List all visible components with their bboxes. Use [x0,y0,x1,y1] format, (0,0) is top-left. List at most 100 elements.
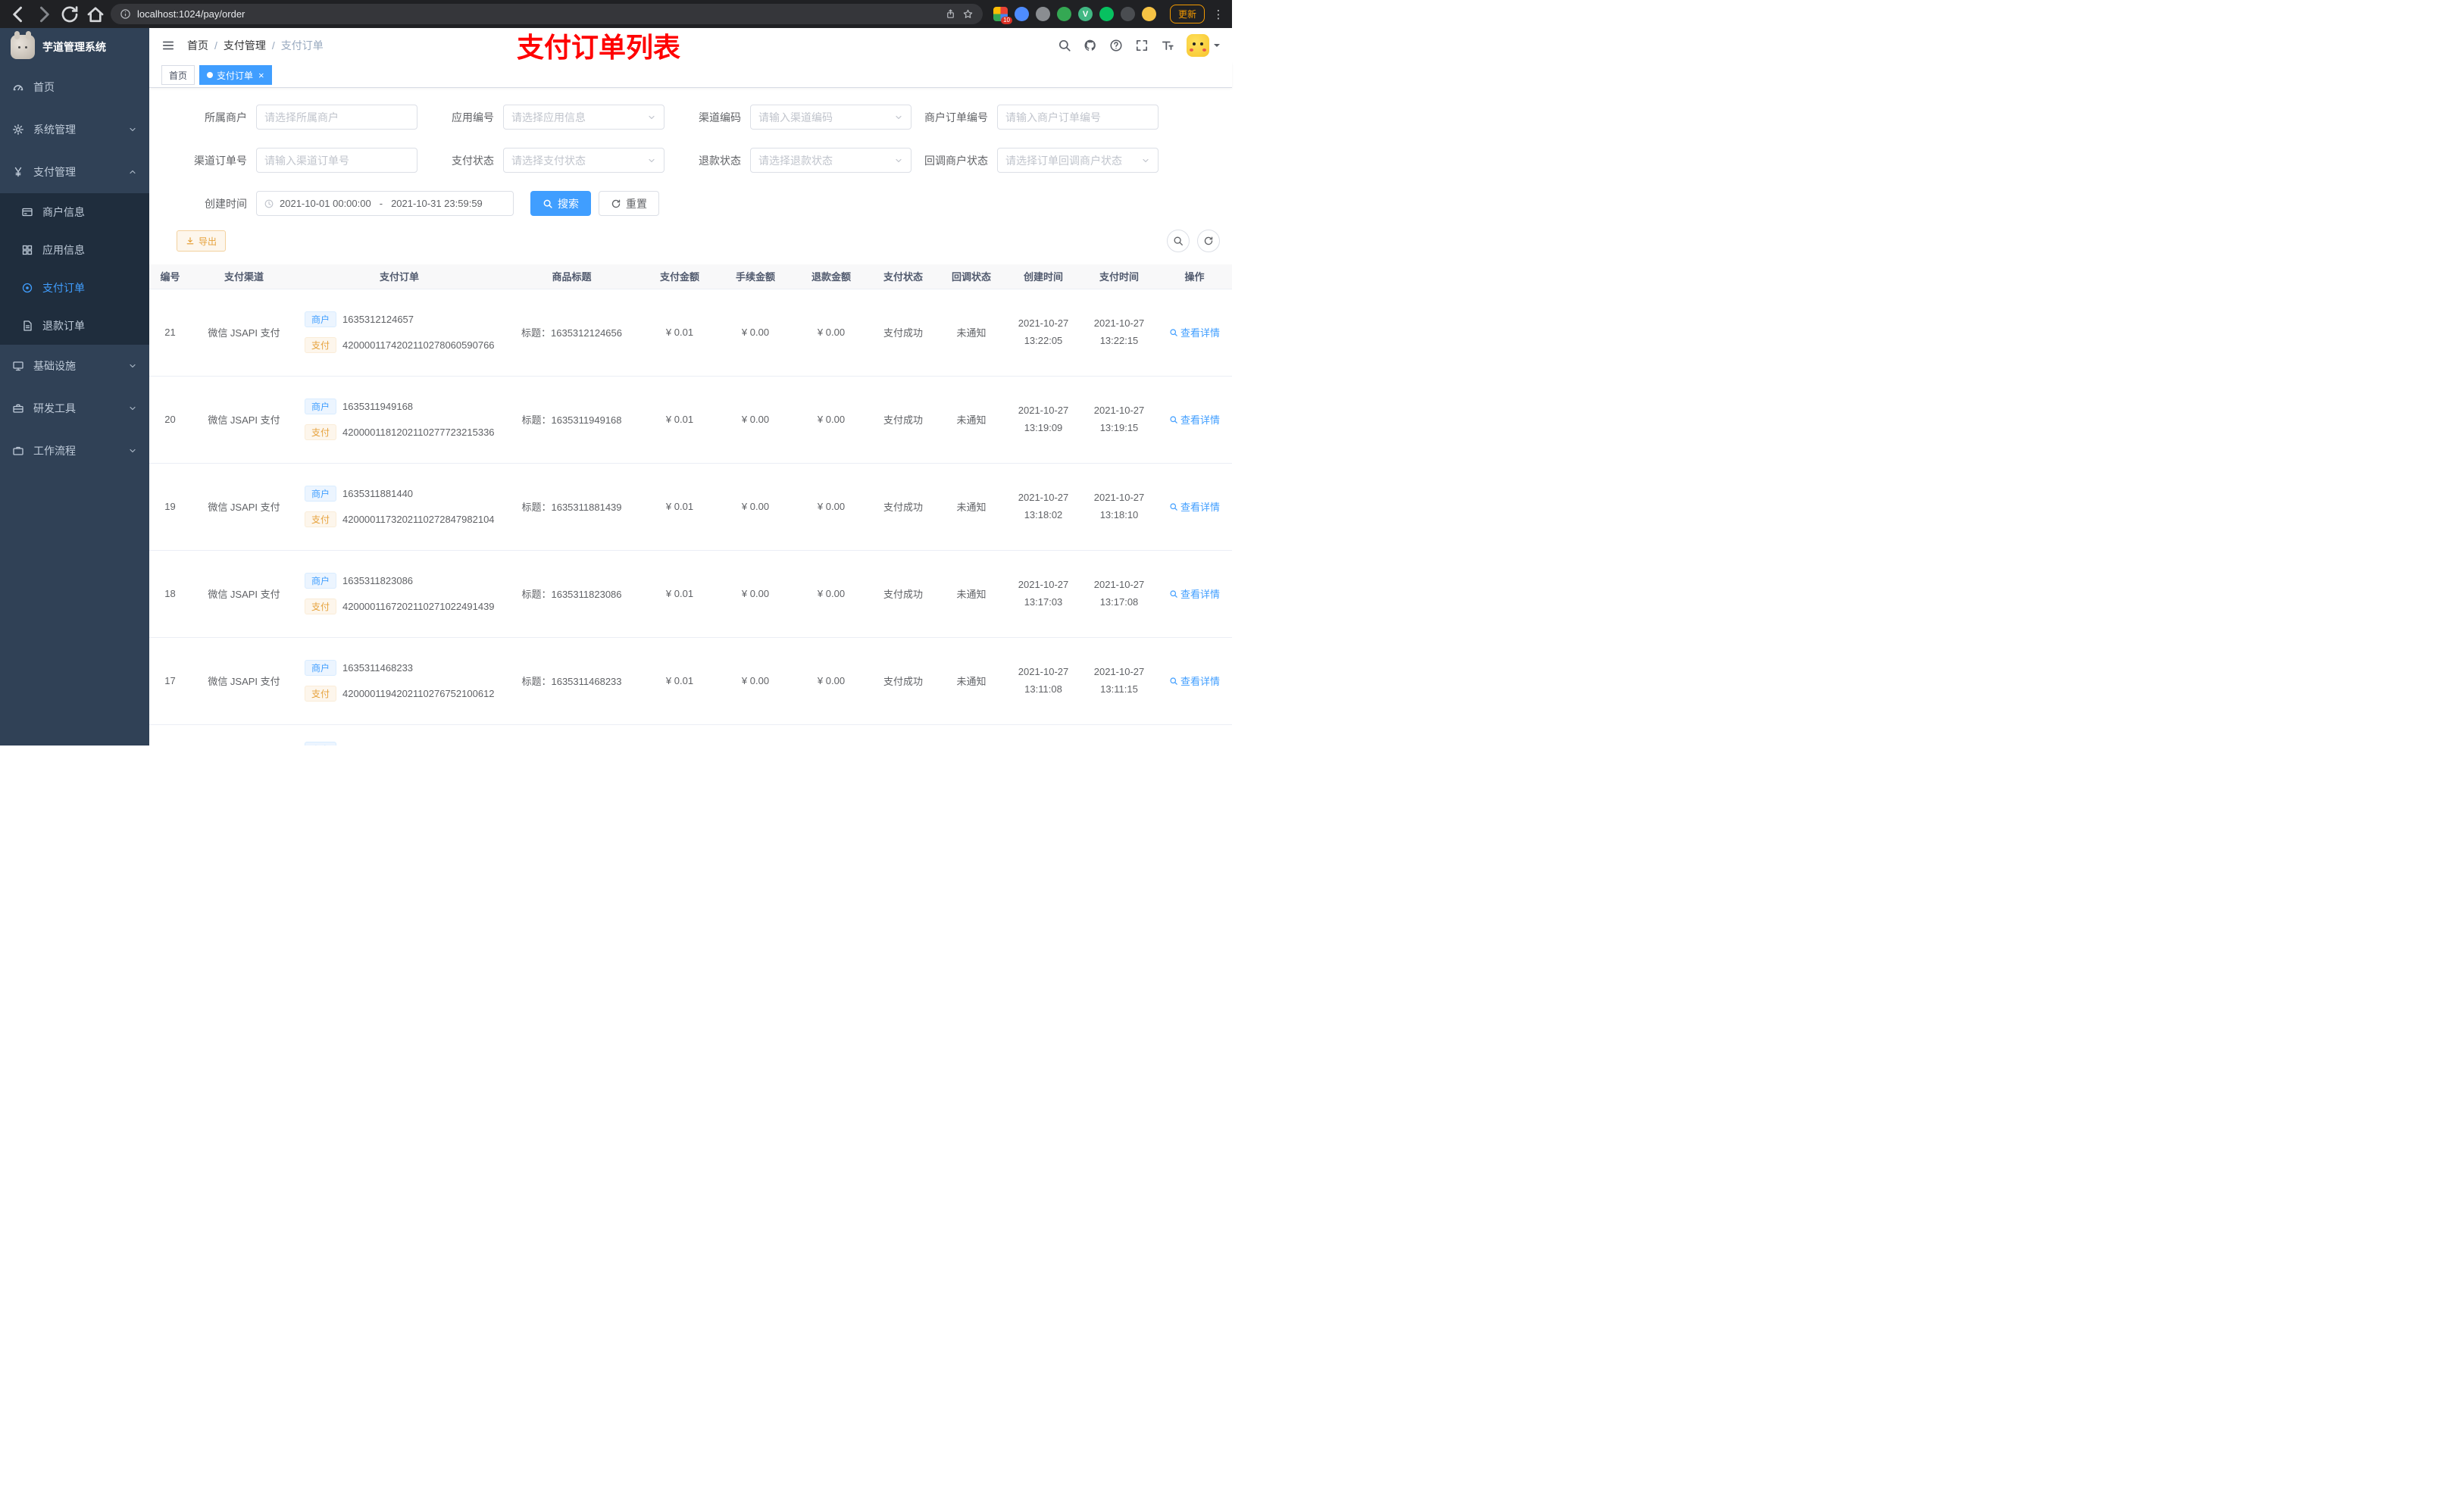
title-cell: 标题：1635311468233 [502,637,642,725]
logo-row[interactable]: 芋道管理系统 [0,28,149,66]
extension-chat-icon[interactable] [1099,7,1114,21]
channel-order-no-input[interactable] [256,148,417,173]
sidebar-item-dev-tools[interactable]: 研发工具 [0,387,149,430]
amount-cell: ¥ 0.01 [642,550,718,638]
action-cell: 查看详情 [1157,376,1232,464]
create-time-cell: 2021-10-27 13:19:09 [1005,376,1081,464]
forward-icon[interactable] [33,4,55,25]
channel-cell: 微信 JSAPI 支付 [191,550,297,638]
search-icon[interactable] [1058,39,1071,52]
filter-label: 商户订单编号 [924,111,988,123]
sidebar-item-refund-order[interactable]: 退款订单 [0,307,149,345]
refund-cell: ¥ 0.00 [793,463,869,551]
refresh-button[interactable] [1197,230,1220,252]
grid-icon [21,244,33,256]
extension-grid-icon[interactable]: 10 [993,7,1012,24]
merchant-order-no-input[interactable] [997,105,1159,130]
reset-button[interactable]: 重置 [599,191,659,216]
bookmark-star-icon[interactable] [962,8,974,20]
filter-row: 所属商户 应用编号 请选择应用信息 渠道编码 请输入渠道编码 商户订单编号 [177,105,1232,130]
time-line: 13:19:15 [1099,421,1139,433]
pay-status-select[interactable]: 请选择支付状态 [503,148,664,173]
briefcase-icon [12,445,24,457]
channel-order-line: 支付 4200001173202110272847982104 [305,511,502,527]
export-button[interactable]: 导出 [177,230,227,252]
view-detail-label: 查看详情 [1180,414,1220,426]
close-icon[interactable]: × [258,70,264,80]
gear-icon [12,123,24,136]
pay-tag: 支付 [305,424,337,440]
sidebar-item-pay-order[interactable]: 支付订单 [0,269,149,307]
channel-code-select[interactable]: 请输入渠道编码 [750,105,911,130]
view-detail-link[interactable]: 查看详情 [1169,586,1220,601]
font-size-icon[interactable] [1161,39,1174,52]
search-button[interactable]: 搜索 [530,191,591,216]
notify-cell: 未通知 [937,376,1005,464]
notify-cell: 未通知 [937,637,1005,725]
extension-green-icon[interactable] [1056,7,1071,21]
extension-drop-icon[interactable] [1014,7,1029,21]
sidebar-item-infra[interactable]: 基础设施 [0,345,149,387]
view-detail-link[interactable]: 查看详情 [1169,412,1220,427]
merchant-input[interactable] [256,105,417,130]
refund-status-select[interactable]: 请选择退款状态 [750,148,911,173]
sidebar-item-workflow[interactable]: 工作流程 [0,430,149,472]
sidebar-item-home[interactable]: 首页 [0,66,149,108]
toggle-search-button[interactable] [1167,230,1190,252]
tab-home[interactable]: 首页 [161,65,195,85]
pay-time-cell-value: 2021-10-27 13:18:10 [1081,489,1157,524]
url-text[interactable]: localhost:1024/pay/order [137,8,939,20]
status-cell: 支付成功 [869,637,937,725]
table-row: 17 微信 JSAPI 支付 商户 1635311468233 支付 4200001194… [149,637,1232,725]
user-avatar[interactable] [1187,34,1220,57]
time-line: 13:22:05 [1024,334,1063,346]
view-detail-link[interactable]: 查看详情 [1169,499,1220,514]
filter-merchant: 所属商户 [177,105,417,130]
app-no-select[interactable]: 请选择应用信息 [503,105,664,130]
view-detail-label: 查看详情 [1180,589,1220,600]
order-id-cell: 17 [149,637,191,725]
title-cell: 标题：1635311881439 [502,463,642,551]
browser-menu-icon[interactable]: ⋮ [1212,8,1224,21]
sidebar-item-payment[interactable]: 支付管理 [0,151,149,193]
breadcrumb-pay-manage[interactable]: 支付管理 [224,38,266,53]
date-line: 2021-10-27 [1018,578,1069,590]
pay-time-cell: 2021-10-27 13:19:15 [1081,376,1157,464]
extension-pin-icon[interactable] [1120,7,1135,21]
navbar-actions [1058,34,1220,57]
tab-pay-order[interactable]: 支付订单 × [199,65,272,85]
reload-icon[interactable] [59,4,80,25]
view-detail-link[interactable]: 查看详情 [1169,325,1220,339]
extension-vue-icon[interactable]: V [1077,7,1093,21]
url-bar[interactable]: localhost:1024/pay/order [111,4,983,24]
hamburger-icon[interactable] [161,39,175,52]
notify-status-select[interactable]: 请选择订单回调商户状态 [997,148,1159,173]
view-detail-link[interactable]: 查看详情 [1169,674,1220,688]
sidebar-item-app-info[interactable]: 应用信息 [0,231,149,269]
breadcrumb-home[interactable]: 首页 [187,38,208,53]
extension-face-icon[interactable] [1141,7,1156,21]
sidebar-item-merchant-info[interactable]: 商户信息 [0,193,149,231]
sidebar-item-system[interactable]: 系统管理 [0,108,149,151]
notify-cell: 未通知 [937,463,1005,551]
pay-time-cell: 2021-10-27 13:17:08 [1081,550,1157,638]
empty-cell [1157,724,1232,746]
github-icon[interactable] [1083,39,1097,52]
fullscreen-icon[interactable] [1135,39,1149,52]
filter-label: 所属商户 [205,111,247,123]
back-icon[interactable] [8,4,29,25]
site-info-icon[interactable] [120,8,131,20]
extension-globe-icon[interactable] [1035,7,1050,21]
time-line: 13:18:10 [1099,508,1139,520]
view-detail-label: 查看详情 [1180,676,1220,687]
dashboard-icon [12,81,24,93]
pay-order-cell: 商户 1635311881440 支付 42000011732021102728479… [297,463,502,551]
app-title: 芋道管理系统 [42,41,106,53]
browser-update-button[interactable]: 更新 [1169,5,1205,23]
merchant-order-no: 1635311823086 [342,575,414,586]
help-icon[interactable] [1109,39,1123,52]
empty-cell [502,724,642,746]
share-icon[interactable] [945,8,956,20]
date-range-picker[interactable]: 2021-10-01 00:00:00 - 2021-10-31 23:59:5… [256,191,514,216]
home-icon[interactable] [85,4,106,25]
